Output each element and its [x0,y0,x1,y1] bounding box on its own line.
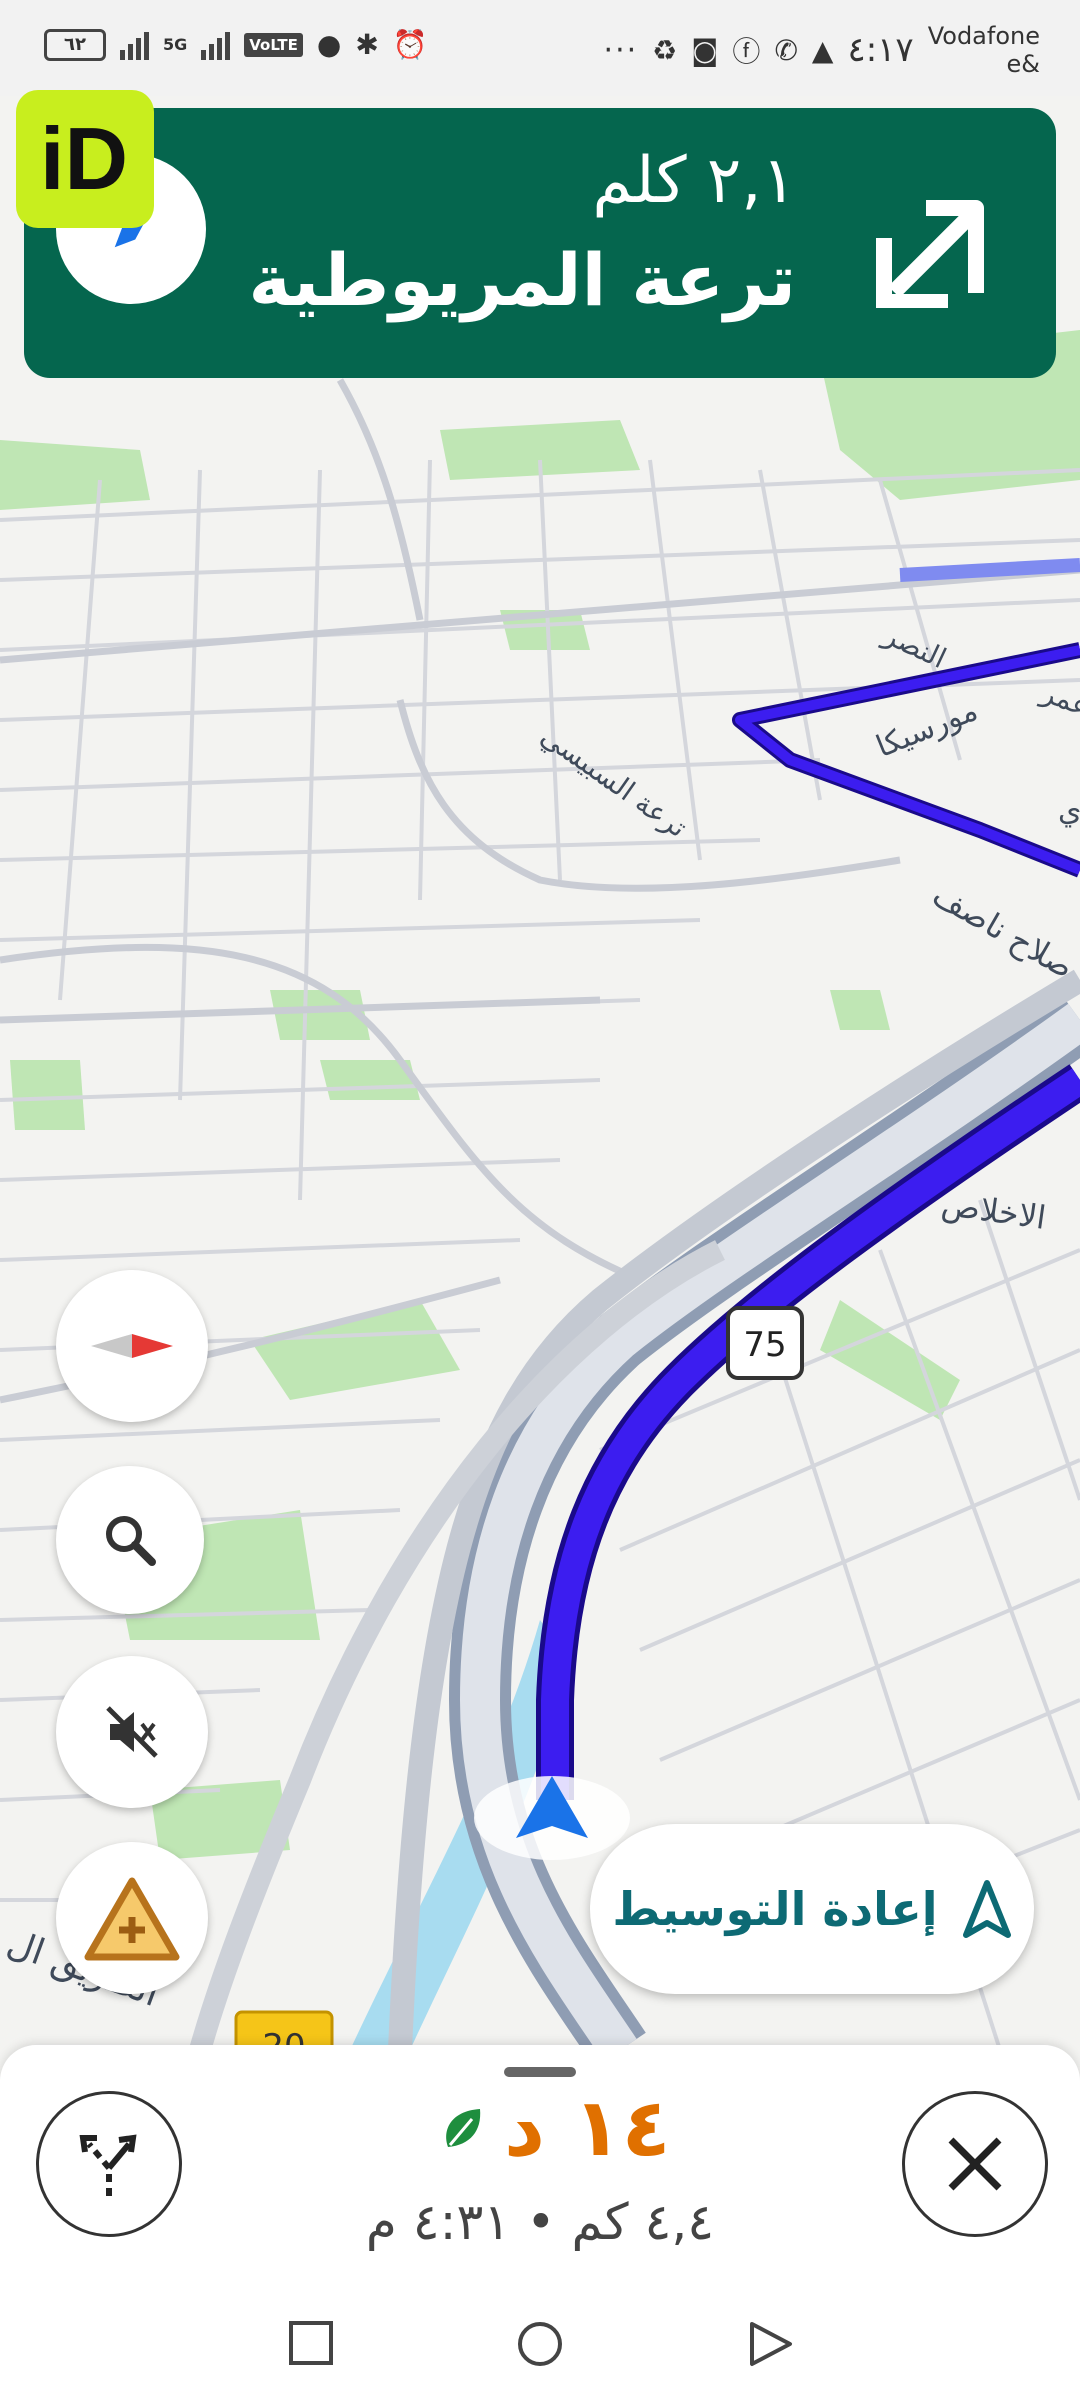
report-incident-button[interactable] [56,1842,208,1994]
maneuver-banner[interactable]: ٢,١ كلم ترعة المريوطية [24,108,1056,378]
carrier-label: Vodafone e& [928,22,1040,78]
volte-badge: VoLTE [244,32,303,57]
clock: ٤:١٧ [847,30,914,70]
status-left-group: ٦٢ 5G VoLTE ● ✱ ⏰ [44,28,428,61]
app-logo-text: iD [40,109,128,208]
label-edge-ya: ي [1058,793,1080,828]
maneuver-distance: ٢,١ كلم [592,144,796,218]
trip-distance: ٤,٤ كم [571,2193,715,2251]
battery-indicator: ٦٢ [44,28,106,61]
sync-icon: ♻ [652,33,678,67]
recenter-label: إعادة التوسيط [612,1882,938,1936]
search-button[interactable] [56,1466,204,1614]
signal-strength-icon [120,30,149,60]
bluetooth-icon: ✱ [355,28,379,61]
triangle-back-icon[interactable] [748,2320,794,2368]
status-bar: ٦٢ 5G VoLTE ● ✱ ⏰ ··· ♻ ◙ ⓕ ✆ ▲ ٤:١٧ Vod… [0,0,1080,96]
eta-duration-row: ١٤ د [440,2081,671,2174]
circle-icon[interactable] [516,2320,564,2368]
navigation-arrow-icon [962,1880,1011,1938]
report-incident-icon [84,1877,180,1961]
carrier-line2: e& [1006,50,1040,78]
signal-strength-2-icon [201,30,231,60]
id-app-notification-icon: ◙ [691,33,719,67]
exit-navigation-button[interactable] [902,2091,1048,2237]
compass-icon [91,1334,173,1358]
leaf-icon [446,2108,481,2147]
trip-separator: • [526,2193,556,2251]
search-icon [106,1516,156,1566]
maneuver-street: ترعة المريوطية [248,238,796,322]
whatsapp-icon: ✆ [774,33,798,67]
navigation-notification-icon: ▲ [811,33,834,67]
turn-slight-left-arrow-icon [876,200,984,308]
network-type-label: 5G [163,35,188,54]
trip-arrival-time: ٤:٣١ م [365,2193,511,2251]
compass-button[interactable] [56,1270,208,1422]
location-icon: ● [316,28,342,61]
alternate-routes-icon [79,2134,137,2196]
close-icon [948,2137,1002,2191]
mute-button[interactable] [56,1656,208,1808]
volume-off-icon [106,1706,158,1758]
status-right-group: ··· ♻ ◙ ⓕ ✆ ▲ ٤:١٧ Vodafone e& [604,22,1040,78]
app-logo[interactable]: iD [16,90,154,228]
eta-duration: ١٤ د [504,2081,671,2174]
facebook-icon: ⓕ [732,35,761,68]
recenter-button[interactable]: إعادة التوسيط [590,1824,1034,1994]
sheet-drag-handle[interactable] [504,2067,576,2077]
shield-75-label: 75 [743,1325,786,1365]
overflow-dots: ··· [603,32,639,68]
carrier-line1: Vodafone [927,22,1040,50]
alarm-icon: ⏰ [392,28,428,61]
system-navigation-bar [0,2280,1080,2400]
square-icon[interactable] [288,2320,334,2366]
current-location-puck [474,1776,630,1860]
highway-shield-75: 75 [726,1306,804,1380]
